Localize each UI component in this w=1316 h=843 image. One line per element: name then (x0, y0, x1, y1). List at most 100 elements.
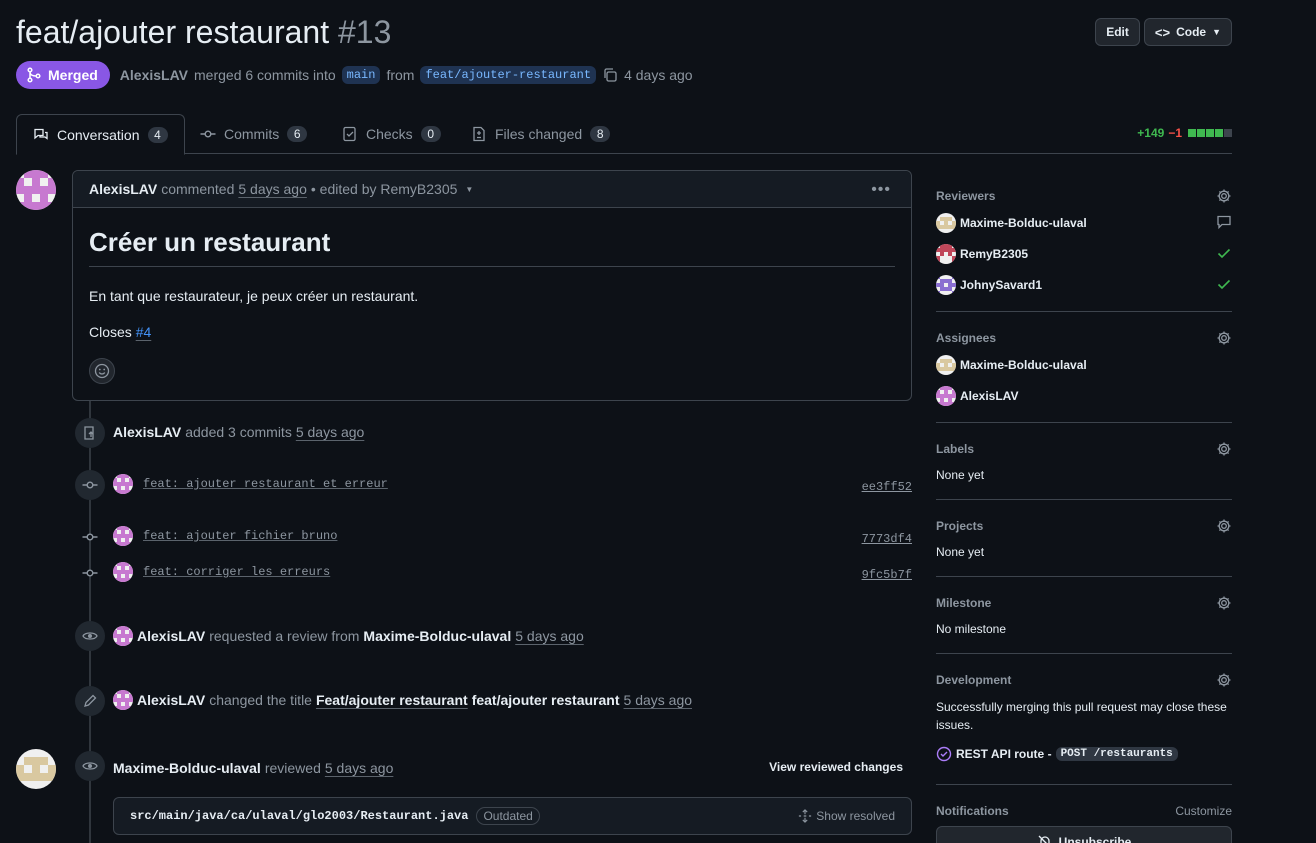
review-request-event: AlexisLAV requested a review from Maxime… (113, 626, 584, 646)
gear-icon[interactable] (1216, 441, 1232, 457)
edit-label: Edit (1106, 25, 1129, 39)
commit-sha[interactable]: 7773df4 (862, 532, 912, 546)
list-item: feat: ajouter fichier bruno (113, 526, 337, 546)
tab-counter: 0 (420, 126, 441, 142)
avatar[interactable] (113, 690, 133, 710)
assignee-name: AlexisLAV (960, 389, 1019, 403)
header-actions: Edit <> Code ▼ (1095, 18, 1232, 46)
identicon-avatar (936, 355, 956, 375)
diff-block (1188, 129, 1196, 137)
event-author[interactable]: AlexisLAV (113, 424, 181, 440)
avatar (936, 355, 956, 375)
identicon-avatar (936, 244, 956, 264)
gear-icon[interactable] (1216, 518, 1232, 534)
event-target[interactable]: Maxime-Bolduc-ulaval (363, 628, 511, 644)
edit-button[interactable]: Edit (1095, 18, 1140, 46)
development-title[interactable]: Development (936, 673, 1011, 687)
gear-icon[interactable] (1216, 595, 1232, 611)
avatar[interactable] (113, 526, 133, 546)
commit-sha[interactable]: ee3ff52 (862, 480, 912, 494)
caret-down-icon[interactable]: ▼ (465, 185, 473, 194)
timeline-review-badge (75, 751, 105, 781)
comment-discussion-icon (34, 128, 48, 140)
unsubscribe-label: Unsubscribe (1058, 835, 1132, 843)
reviewer-name: Maxime-Bolduc-ulaval (960, 216, 1087, 230)
identicon-avatar (936, 386, 956, 406)
diff-block (1197, 129, 1205, 137)
tab-label: Conversation (57, 126, 140, 143)
milestone-value: No milestone (936, 622, 1007, 636)
reviewer-item[interactable]: JohnySavard1 (936, 275, 1042, 295)
avatar (936, 275, 956, 295)
tab-conversation[interactable]: Conversation 4 (16, 114, 185, 155)
head-branch[interactable]: feat/ajouter-restaurant (420, 66, 597, 84)
commit-message[interactable]: feat: ajouter fichier bruno (143, 529, 337, 543)
labels-title[interactable]: Labels (936, 442, 974, 456)
gear-icon[interactable] (1216, 188, 1232, 204)
reviewer-name: RemyB2305 (960, 247, 1029, 261)
assignee-item[interactable]: AlexisLAV (936, 386, 1018, 406)
avatar[interactable] (113, 626, 133, 646)
reviewers-title[interactable]: Reviewers (936, 189, 995, 203)
avatar[interactable] (16, 749, 56, 789)
event-time[interactable]: 5 days ago (624, 692, 693, 708)
milestone-title[interactable]: Milestone (936, 596, 991, 610)
page-title: feat/ajouter restaurant #13 (16, 14, 391, 51)
git-merge-icon (27, 67, 41, 83)
customize-link[interactable]: Customize (1175, 804, 1232, 818)
event-action: reviewed (264, 760, 321, 776)
commit-sha[interactable]: 9fc5b7f (862, 568, 912, 582)
checklist-icon (343, 126, 356, 142)
view-reviewed-changes-link[interactable]: View reviewed changes (769, 760, 903, 774)
event-author[interactable]: Maxime-Bolduc-ulaval (113, 760, 261, 776)
assignees-title[interactable]: Assignees (936, 331, 996, 345)
comment-body: En tant que restaurateur, je peux créer … (89, 288, 419, 304)
pr-meta: Merged AlexisLAV merged 6 commits into m… (16, 61, 693, 89)
kebab-horizontal-icon[interactable]: ••• (871, 181, 891, 199)
commented-text: commented (161, 181, 235, 197)
projects-value: None yet (936, 545, 985, 559)
development-section: Development Successfully merging this pu… (936, 654, 1232, 785)
show-resolved-button[interactable]: Show resolved (798, 809, 895, 823)
avatar[interactable] (113, 562, 133, 582)
reviewer-item[interactable]: RemyB2305 (936, 244, 1028, 264)
event-time[interactable]: 5 days ago (325, 760, 394, 776)
code-label: Code (1176, 25, 1207, 39)
closes-issue-link[interactable]: #4 (136, 324, 152, 340)
file-path[interactable]: src/main/java/ca/ulaval/glo2003/Restaura… (130, 809, 468, 823)
projects-title[interactable]: Projects (936, 519, 983, 533)
unsubscribe-button[interactable]: Unsubscribe (936, 826, 1232, 843)
event-time[interactable]: 5 days ago (296, 424, 365, 440)
assignee-item[interactable]: Maxime-Bolduc-ulaval (936, 355, 1087, 375)
commit-message[interactable]: feat: ajouter restaurant et erreur (143, 477, 388, 491)
git-commit-icon (82, 533, 98, 541)
comment-time[interactable]: 5 days ago (238, 181, 307, 197)
comment-heading: Créer un restaurant (89, 227, 895, 267)
add-reaction-button[interactable] (89, 358, 115, 384)
event-time[interactable]: 5 days ago (515, 628, 584, 644)
pr-author[interactable]: AlexisLAV (120, 67, 188, 83)
identicon-avatar (113, 690, 133, 710)
commit-message[interactable]: feat: corriger les erreurs (143, 565, 330, 579)
reviewer-item[interactable]: Maxime-Bolduc-ulaval (936, 213, 1087, 233)
tab-checks[interactable]: Checks 0 (342, 114, 441, 154)
avatar[interactable] (113, 474, 133, 494)
tab-counter: 6 (287, 126, 308, 142)
code-button[interactable]: <> Code ▼ (1143, 18, 1232, 46)
event-author[interactable]: AlexisLAV (137, 628, 205, 644)
copy-icon[interactable] (602, 67, 618, 83)
list-item: feat: ajouter restaurant et erreur (113, 474, 388, 494)
tab-files-changed[interactable]: Files changed 8 (471, 114, 611, 154)
linked-issue-title: REST API route - (956, 747, 1052, 761)
tab-label: Checks (366, 126, 413, 142)
comment-author[interactable]: AlexisLAV (89, 181, 157, 197)
gear-icon[interactable] (1216, 330, 1232, 346)
linked-issue[interactable]: REST API route - POST /restaurants (936, 746, 1178, 762)
edited-by[interactable]: • edited by RemyB2305 (311, 181, 458, 197)
gear-icon[interactable] (1216, 672, 1232, 688)
avatar[interactable] (16, 170, 56, 210)
notifications-title: Notifications (936, 804, 1009, 818)
base-branch[interactable]: main (341, 66, 381, 84)
tab-commits[interactable]: Commits 6 (200, 114, 308, 154)
event-author[interactable]: AlexisLAV (137, 692, 205, 708)
